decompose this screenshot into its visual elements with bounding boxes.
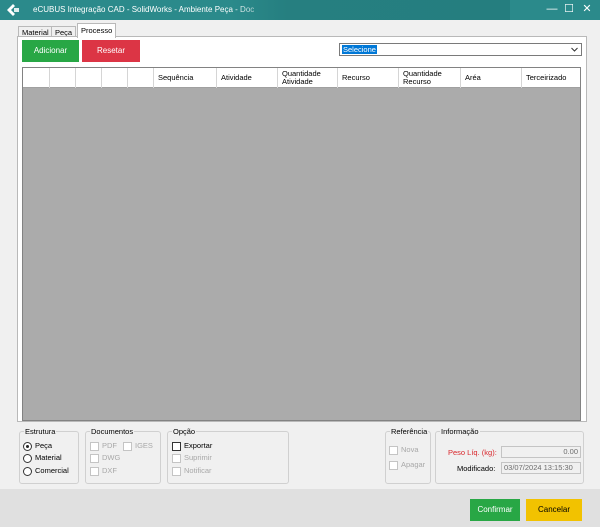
chevron-down-icon: [571, 47, 578, 52]
checkbox-exportar-label: Exportar: [184, 441, 213, 450]
informacao-title: Informação: [440, 427, 480, 436]
column-header-quantidade-atividade[interactable]: Quantidade Atividade: [278, 68, 338, 88]
footer-bar: Confirmar Cancelar: [0, 489, 600, 527]
estrutura-group: Estrutura Peça Material Comercial: [19, 427, 79, 484]
processo-panel: Adicionar Resetar Selecione Sequência At…: [17, 36, 587, 422]
checkbox-exportar-box[interactable]: [172, 441, 181, 451]
checkbox-dwg[interactable]: DWG: [90, 453, 120, 463]
checkbox-suprimir-label: Suprimir: [184, 453, 212, 462]
informacao-group: Informação Peso Líq. (kg): 0.00 Modifica…: [435, 427, 584, 484]
modificado-field[interactable]: 03/07/2024 13:15:30: [501, 462, 581, 474]
checkbox-exportar[interactable]: Exportar: [172, 441, 212, 451]
grid-header: Sequência Atividade Quantidade Atividade…: [23, 68, 580, 88]
column-header-sequencia[interactable]: Sequência: [154, 68, 217, 88]
checkbox-dxf-label: DXF: [102, 466, 117, 475]
title-bar: eCUBUS Integração CAD - SolidWorks - Amb…: [0, 0, 600, 20]
column-header-select-5[interactable]: [128, 68, 154, 88]
documentos-title: Documentos: [90, 427, 135, 436]
referencia-group: Referência Nova Apagar: [385, 427, 431, 484]
checkbox-notificar[interactable]: Notificar: [172, 466, 212, 476]
close-button[interactable]: ✕: [580, 2, 594, 16]
tab-processo[interactable]: Processo: [77, 23, 117, 38]
opcao-group: Opção Exportar Suprimir Notificar: [167, 427, 289, 484]
radio-peca-label: Peça: [35, 441, 53, 450]
cancel-button[interactable]: Cancelar: [526, 499, 582, 521]
radio-material[interactable]: Material: [23, 453, 62, 463]
checkbox-nova[interactable]: Nova: [389, 445, 419, 455]
column-header-area[interactable]: Aréa: [461, 68, 522, 88]
checkbox-iges-label: IGES: [135, 441, 153, 450]
checkbox-pdf-label: PDF: [102, 441, 117, 450]
checkbox-dxf[interactable]: DXF: [90, 466, 117, 476]
checkbox-pdf-box[interactable]: [90, 441, 99, 451]
documentos-group: Documentos PDF IGES DWG DXF: [85, 427, 161, 484]
radio-comercial-indicator[interactable]: [23, 466, 32, 476]
checkbox-pdf[interactable]: PDF: [90, 441, 117, 451]
peso-liquido-label: Peso Líq. (kg):: [448, 448, 497, 457]
column-header-select-3[interactable]: [76, 68, 102, 88]
checkbox-nova-box[interactable]: [389, 445, 398, 455]
column-header-recurso[interactable]: Recurso: [338, 68, 399, 88]
checkbox-nova-label: Nova: [401, 445, 419, 454]
checkbox-dxf-box[interactable]: [90, 466, 99, 476]
checkbox-dwg-box[interactable]: [90, 453, 99, 463]
estrutura-title: Estrutura: [24, 427, 57, 436]
checkbox-notificar-label: Notificar: [184, 466, 212, 475]
column-header-terceirizado[interactable]: Terceirizado: [522, 68, 580, 88]
process-select-value: Selecione: [342, 45, 377, 54]
maximize-button[interactable]: ☐: [562, 2, 576, 16]
checkbox-apagar-box[interactable]: [389, 460, 398, 470]
checkbox-dwg-label: DWG: [102, 453, 121, 462]
checkbox-apagar[interactable]: Apagar: [389, 460, 425, 470]
window-title: eCUBUS Integração CAD - SolidWorks - Amb…: [33, 5, 255, 14]
radio-peca-indicator[interactable]: [23, 441, 32, 451]
checkbox-suprimir[interactable]: Suprimir: [172, 453, 212, 463]
options-area: Estrutura Peça Material Comercial Docume…: [0, 425, 600, 489]
column-header-atividade[interactable]: Atividade: [217, 68, 278, 88]
column-header-select-2[interactable]: [50, 68, 76, 88]
process-grid[interactable]: Sequência Atividade Quantidade Atividade…: [22, 67, 581, 421]
column-header-quantidade-recurso[interactable]: Quantidade Recurso: [399, 68, 461, 88]
column-header-select-1[interactable]: [23, 68, 50, 88]
title-fade: [230, 0, 510, 20]
ecubus-logo-icon: [7, 4, 19, 16]
column-header-select-4[interactable]: [102, 68, 128, 88]
referencia-title: Referência: [390, 427, 429, 436]
radio-material-indicator[interactable]: [23, 453, 32, 463]
minimize-button[interactable]: —: [545, 2, 559, 16]
add-button[interactable]: Adicionar: [22, 40, 79, 62]
checkbox-iges[interactable]: IGES: [123, 441, 153, 451]
modificado-label: Modificado:: [457, 464, 496, 473]
peso-liquido-field[interactable]: 0.00: [501, 446, 581, 458]
checkbox-notificar-box[interactable]: [172, 466, 181, 476]
radio-material-label: Material: [35, 453, 62, 462]
process-select[interactable]: Selecione: [339, 43, 582, 56]
confirm-button[interactable]: Confirmar: [470, 499, 520, 521]
checkbox-suprimir-box[interactable]: [172, 453, 181, 463]
reset-button[interactable]: Resetar: [82, 40, 140, 62]
opcao-title: Opção: [172, 427, 197, 436]
checkbox-iges-box[interactable]: [123, 441, 132, 451]
radio-peca[interactable]: Peça: [23, 441, 52, 451]
checkbox-apagar-label: Apagar: [401, 460, 426, 469]
radio-comercial[interactable]: Comercial: [23, 466, 69, 476]
radio-comercial-label: Comercial: [35, 466, 69, 475]
